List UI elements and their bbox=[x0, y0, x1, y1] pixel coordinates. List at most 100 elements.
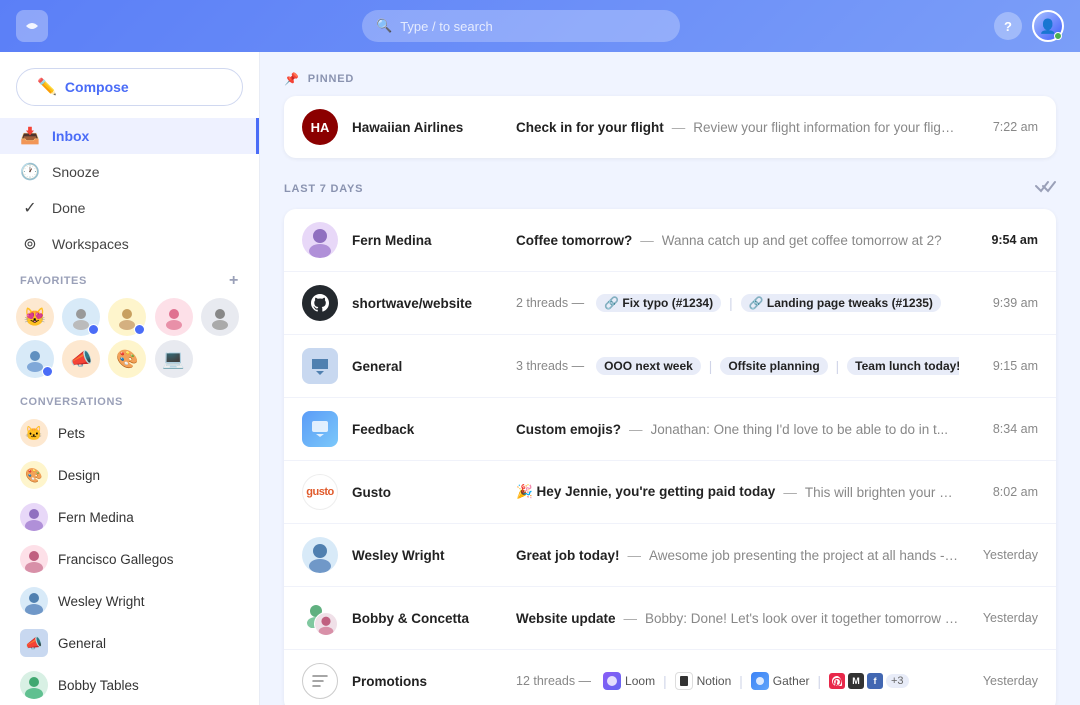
conv-label-general: General bbox=[58, 636, 106, 651]
email-subject: Great job today! bbox=[516, 548, 620, 563]
other-icon: f bbox=[867, 673, 883, 689]
email-row[interactable]: gusto Gusto 🎉 Hey Jennie, you're getting… bbox=[284, 461, 1056, 524]
thread-tag: OOO next week bbox=[596, 357, 701, 375]
sidebar-item-fern[interactable]: Fern Medina bbox=[0, 496, 259, 538]
conv-avatar-general: 📣 bbox=[20, 629, 48, 657]
email-row[interactable]: Promotions 12 threads — Loom | bbox=[284, 650, 1056, 705]
email-time: 7:22 am bbox=[973, 120, 1038, 134]
conv-avatar-francisco bbox=[20, 545, 48, 573]
check-all-button[interactable] bbox=[1034, 178, 1056, 199]
sidebar-item-bobby[interactable]: Bobby Tables bbox=[0, 664, 259, 705]
conv-avatar-pets: 🐱 bbox=[20, 419, 48, 447]
medium-icon: M bbox=[848, 673, 864, 689]
favorite-avatar[interactable] bbox=[16, 340, 54, 378]
conv-avatar-design: 🎨 bbox=[20, 461, 48, 489]
sidebar-item-design[interactable]: 🎨 Design bbox=[0, 454, 259, 496]
email-body: 🎉 Hey Jennie, you're getting paid today … bbox=[516, 484, 959, 500]
favorite-avatar[interactable]: 😻 bbox=[16, 298, 54, 336]
conv-avatar-wesley bbox=[20, 587, 48, 615]
email-row[interactable]: Feedback Custom emojis? — Jonathan: One … bbox=[284, 398, 1056, 461]
sidebar-item-snooze-label: Snooze bbox=[52, 164, 99, 180]
email-sender: Promotions bbox=[352, 674, 502, 689]
sender-avatar-wesley bbox=[302, 537, 338, 573]
sidebar-item-done[interactable]: ✓ Done bbox=[0, 190, 259, 226]
favorite-avatar[interactable]: 💻 bbox=[155, 340, 193, 378]
sidebar-item-snooze[interactable]: 🕐 Snooze bbox=[0, 154, 259, 190]
email-sender: Bobby & Concetta bbox=[352, 611, 502, 626]
thread-count: 3 threads — bbox=[516, 359, 584, 373]
email-row[interactable]: Wesley Wright Great job today! — Awesome… bbox=[284, 524, 1056, 587]
email-row[interactable]: Fern Medina Coffee tomorrow? — Wanna cat… bbox=[284, 209, 1056, 272]
thread-count: 2 threads — bbox=[516, 296, 584, 310]
promo-tag-loom: Loom bbox=[603, 672, 655, 690]
sender-avatar-fern bbox=[302, 222, 338, 258]
sidebar-item-workspaces-label: Workspaces bbox=[52, 236, 129, 252]
email-time: 9:15 am bbox=[973, 359, 1038, 373]
email-row[interactable]: shortwave/website 2 threads — 🔗 Fix typo… bbox=[284, 272, 1056, 335]
promotions-icon bbox=[302, 663, 338, 699]
content-area: 📌 PINNED HA Hawaiian Airlines Check in f… bbox=[260, 52, 1080, 705]
favorite-avatar[interactable]: 🎨 bbox=[108, 340, 146, 378]
favorite-avatar[interactable] bbox=[62, 298, 100, 336]
email-subject: Custom emojis? bbox=[516, 422, 621, 437]
favorite-avatar[interactable]: 📣 bbox=[62, 340, 100, 378]
sidebar-item-francisco[interactable]: Francisco Gallegos bbox=[0, 538, 259, 580]
promo-tags: Loom | Notion | bbox=[603, 672, 909, 690]
email-time: Yesterday bbox=[973, 548, 1038, 562]
conv-label-bobby: Bobby Tables bbox=[58, 678, 139, 693]
favorite-avatar[interactable] bbox=[108, 298, 146, 336]
online-indicator bbox=[1054, 32, 1062, 40]
inbox-icon: 📥 bbox=[20, 126, 40, 146]
thread-tag: 🔗 Landing page tweaks (#1235) bbox=[741, 294, 941, 312]
sidebar-item-general[interactable]: 📣 General bbox=[0, 622, 259, 664]
thread-tag: 🔗 Fix typo (#1234) bbox=[596, 294, 721, 312]
favorite-avatar[interactable] bbox=[201, 298, 239, 336]
email-subject: 🎉 Hey Jennie, you're getting paid today bbox=[516, 484, 775, 500]
email-sender: Feedback bbox=[352, 422, 502, 437]
sidebar-item-pets[interactable]: 🐱 Pets bbox=[0, 412, 259, 454]
email-body: 3 threads — OOO next week | Offsite plan… bbox=[516, 357, 959, 375]
sidebar-item-done-label: Done bbox=[52, 200, 85, 216]
compose-button[interactable]: ✏️ Compose bbox=[16, 68, 243, 106]
email-row[interactable]: General 3 threads — OOO next week | Offs… bbox=[284, 335, 1056, 398]
email-sender: Fern Medina bbox=[352, 233, 502, 248]
user-avatar[interactable]: 👤 bbox=[1032, 10, 1064, 42]
add-favorite-button[interactable]: + bbox=[229, 272, 239, 290]
sidebar-item-inbox[interactable]: 📥 Inbox bbox=[0, 118, 259, 154]
snooze-icon: 🕐 bbox=[20, 162, 40, 182]
email-subject: Check in for your flight bbox=[516, 120, 664, 135]
search-bar[interactable]: 🔍 Type / to search bbox=[362, 10, 680, 42]
sidebar-item-workspaces[interactable]: ⊚ Workspaces bbox=[0, 226, 259, 262]
github-logo bbox=[302, 285, 338, 321]
compose-label: Compose bbox=[65, 79, 129, 95]
conv-label-fern: Fern Medina bbox=[58, 510, 134, 525]
thread-tag: Offsite planning bbox=[720, 357, 827, 375]
email-preview: This will brighten your da... bbox=[805, 485, 959, 500]
email-body: Great job today! — Awesome job presentin… bbox=[516, 548, 959, 563]
loom-icon bbox=[603, 672, 621, 690]
email-time: 9:54 am bbox=[973, 233, 1038, 247]
email-body: Website update — Bobby: Done! Let's look… bbox=[516, 611, 959, 626]
thread-tags: 🔗 Fix typo (#1234) | 🔗 Landing page twea… bbox=[596, 294, 941, 312]
sidebar-item-wesley[interactable]: Wesley Wright bbox=[0, 580, 259, 622]
favorites-header: FAVORITES + bbox=[0, 262, 259, 294]
last7-section: LAST 7 DAYS bbox=[284, 178, 1056, 199]
promo-tag-notion: Notion bbox=[675, 672, 732, 690]
email-sender: Hawaiian Airlines bbox=[352, 120, 502, 135]
email-preview: Bobby: Done! Let's look over it together… bbox=[645, 611, 959, 626]
pin-icon: 📌 bbox=[284, 72, 300, 86]
compose-icon: ✏️ bbox=[37, 77, 57, 97]
thread-tag: Team lunch today! bbox=[847, 357, 959, 375]
email-row[interactable]: HA Hawaiian Airlines Check in for your f… bbox=[284, 96, 1056, 158]
favorites-grid: 😻 📣 🎨 💻 bbox=[0, 294, 259, 386]
help-button[interactable]: ? bbox=[994, 12, 1022, 40]
email-sender: Gusto bbox=[352, 485, 502, 500]
app-logo[interactable] bbox=[16, 10, 48, 42]
email-row[interactable]: Bobby & Concetta Website update — Bobby:… bbox=[284, 587, 1056, 650]
conversations-header: CONVERSATIONS bbox=[0, 386, 259, 412]
email-time: Yesterday bbox=[973, 611, 1038, 625]
gusto-logo: gusto bbox=[302, 474, 338, 510]
favorite-avatar[interactable] bbox=[155, 298, 193, 336]
workspaces-icon: ⊚ bbox=[20, 234, 40, 254]
email-body: 12 threads — Loom | bbox=[516, 672, 959, 690]
